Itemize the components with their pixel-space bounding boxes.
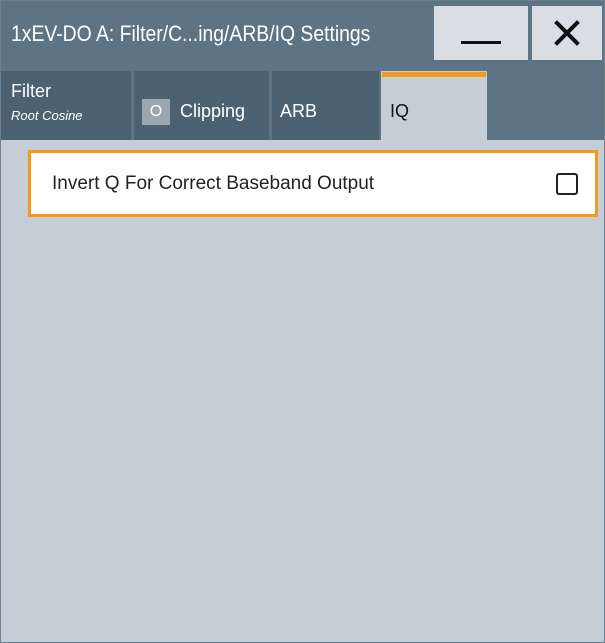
tab-filter-sublabel: Root Cosine xyxy=(11,108,83,123)
close-icon xyxy=(554,20,580,46)
invert-q-option[interactable]: Invert Q For Correct Baseband Output xyxy=(28,150,598,217)
settings-dialog: 1xEV-DO A: Filter/C...ing/ARB/IQ Setting… xyxy=(0,0,605,643)
active-tab-indicator xyxy=(382,72,486,77)
iq-settings-panel: Invert Q For Correct Baseband Output xyxy=(1,140,604,642)
tab-arb[interactable]: ARB xyxy=(272,71,379,140)
minimize-button[interactable] xyxy=(434,6,528,60)
invert-q-label: Invert Q For Correct Baseband Output xyxy=(52,173,375,194)
tab-bar: Filter Root Cosine O Clipping ARB IQ xyxy=(1,67,604,140)
tab-iq[interactable]: IQ xyxy=(381,71,487,140)
clipping-state-badge: O xyxy=(142,99,170,125)
tab-clipping-label: Clipping xyxy=(180,101,246,121)
close-button[interactable] xyxy=(532,6,602,60)
tab-filter[interactable]: Filter Root Cosine xyxy=(1,71,131,140)
invert-q-checkbox[interactable] xyxy=(556,173,578,195)
tab-iq-label: IQ xyxy=(390,101,410,121)
minimize-icon xyxy=(461,41,501,44)
window-title: 1xEV-DO A: Filter/C...ing/ARB/IQ Setting… xyxy=(11,21,371,46)
tab-clipping[interactable]: O Clipping xyxy=(134,71,269,140)
tab-arb-label: ARB xyxy=(280,101,318,121)
title-bar: 1xEV-DO A: Filter/C...ing/ARB/IQ Setting… xyxy=(1,1,604,67)
tab-filter-label: Filter xyxy=(11,81,51,101)
